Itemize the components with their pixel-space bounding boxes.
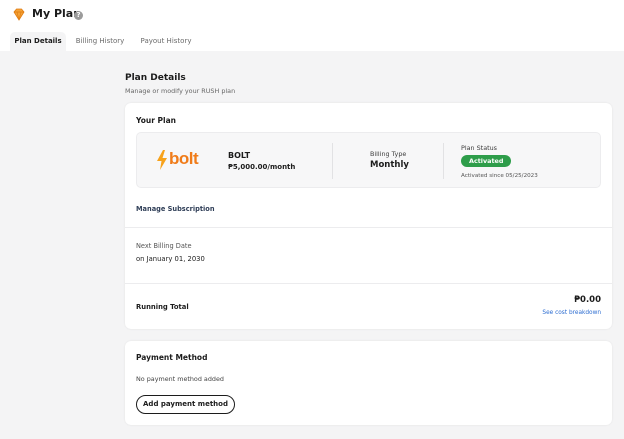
running-total-label: Running Total [136,303,189,311]
plan-price: ₱5,000.00/month [228,163,296,171]
running-total-value: ₱0.00 [574,295,601,305]
plan-name: BOLT [228,151,251,160]
tab-billing-history[interactable]: Billing History [72,32,128,51]
help-icon[interactable]: ? [74,11,83,20]
cost-breakdown-link[interactable]: See cost breakdown [542,310,601,316]
top-bar: My Plan ? Plan Details Billing History P… [0,0,624,51]
your-plan-title: Your Plan [136,116,177,125]
plan-status-label: Plan Status [461,144,497,152]
divider [443,143,444,179]
payment-method-title: Payment Method [136,353,208,362]
divider [125,227,612,228]
diamond-icon [13,8,25,21]
next-billing-label: Next Billing Date [136,242,192,250]
divider [332,143,333,179]
your-plan-card: Your Plan bolt BOLT ₱5,000.00/month Bill… [125,103,612,329]
status-badge: Activated [461,155,512,167]
next-billing-value: on January 01, 2030 [136,255,205,263]
tab-payout-history[interactable]: Payout History [136,32,196,51]
add-payment-method-button[interactable]: Add payment method [136,395,235,414]
bolt-logo: bolt [157,149,203,172]
payment-method-card: Payment Method No payment method added A… [125,341,612,425]
section-subtitle: Manage or modify your RUSH plan [125,87,236,95]
section-title: Plan Details [125,73,186,83]
divider [125,283,612,284]
tab-plan-details[interactable]: Plan Details [10,32,66,51]
status-since-text: Activated since 05/25/2023 [461,173,538,179]
plan-summary-box: bolt BOLT ₱5,000.00/month Billing Type M… [136,132,601,188]
billing-type-value: Monthly [370,160,409,170]
manage-subscription-link[interactable]: Manage Subscription [136,205,215,213]
no-payment-text: No payment method added [136,375,224,383]
billing-type-label: Billing Type [370,150,407,158]
bolt-logo-text: bolt [169,149,199,168]
lightning-icon [157,150,167,170]
